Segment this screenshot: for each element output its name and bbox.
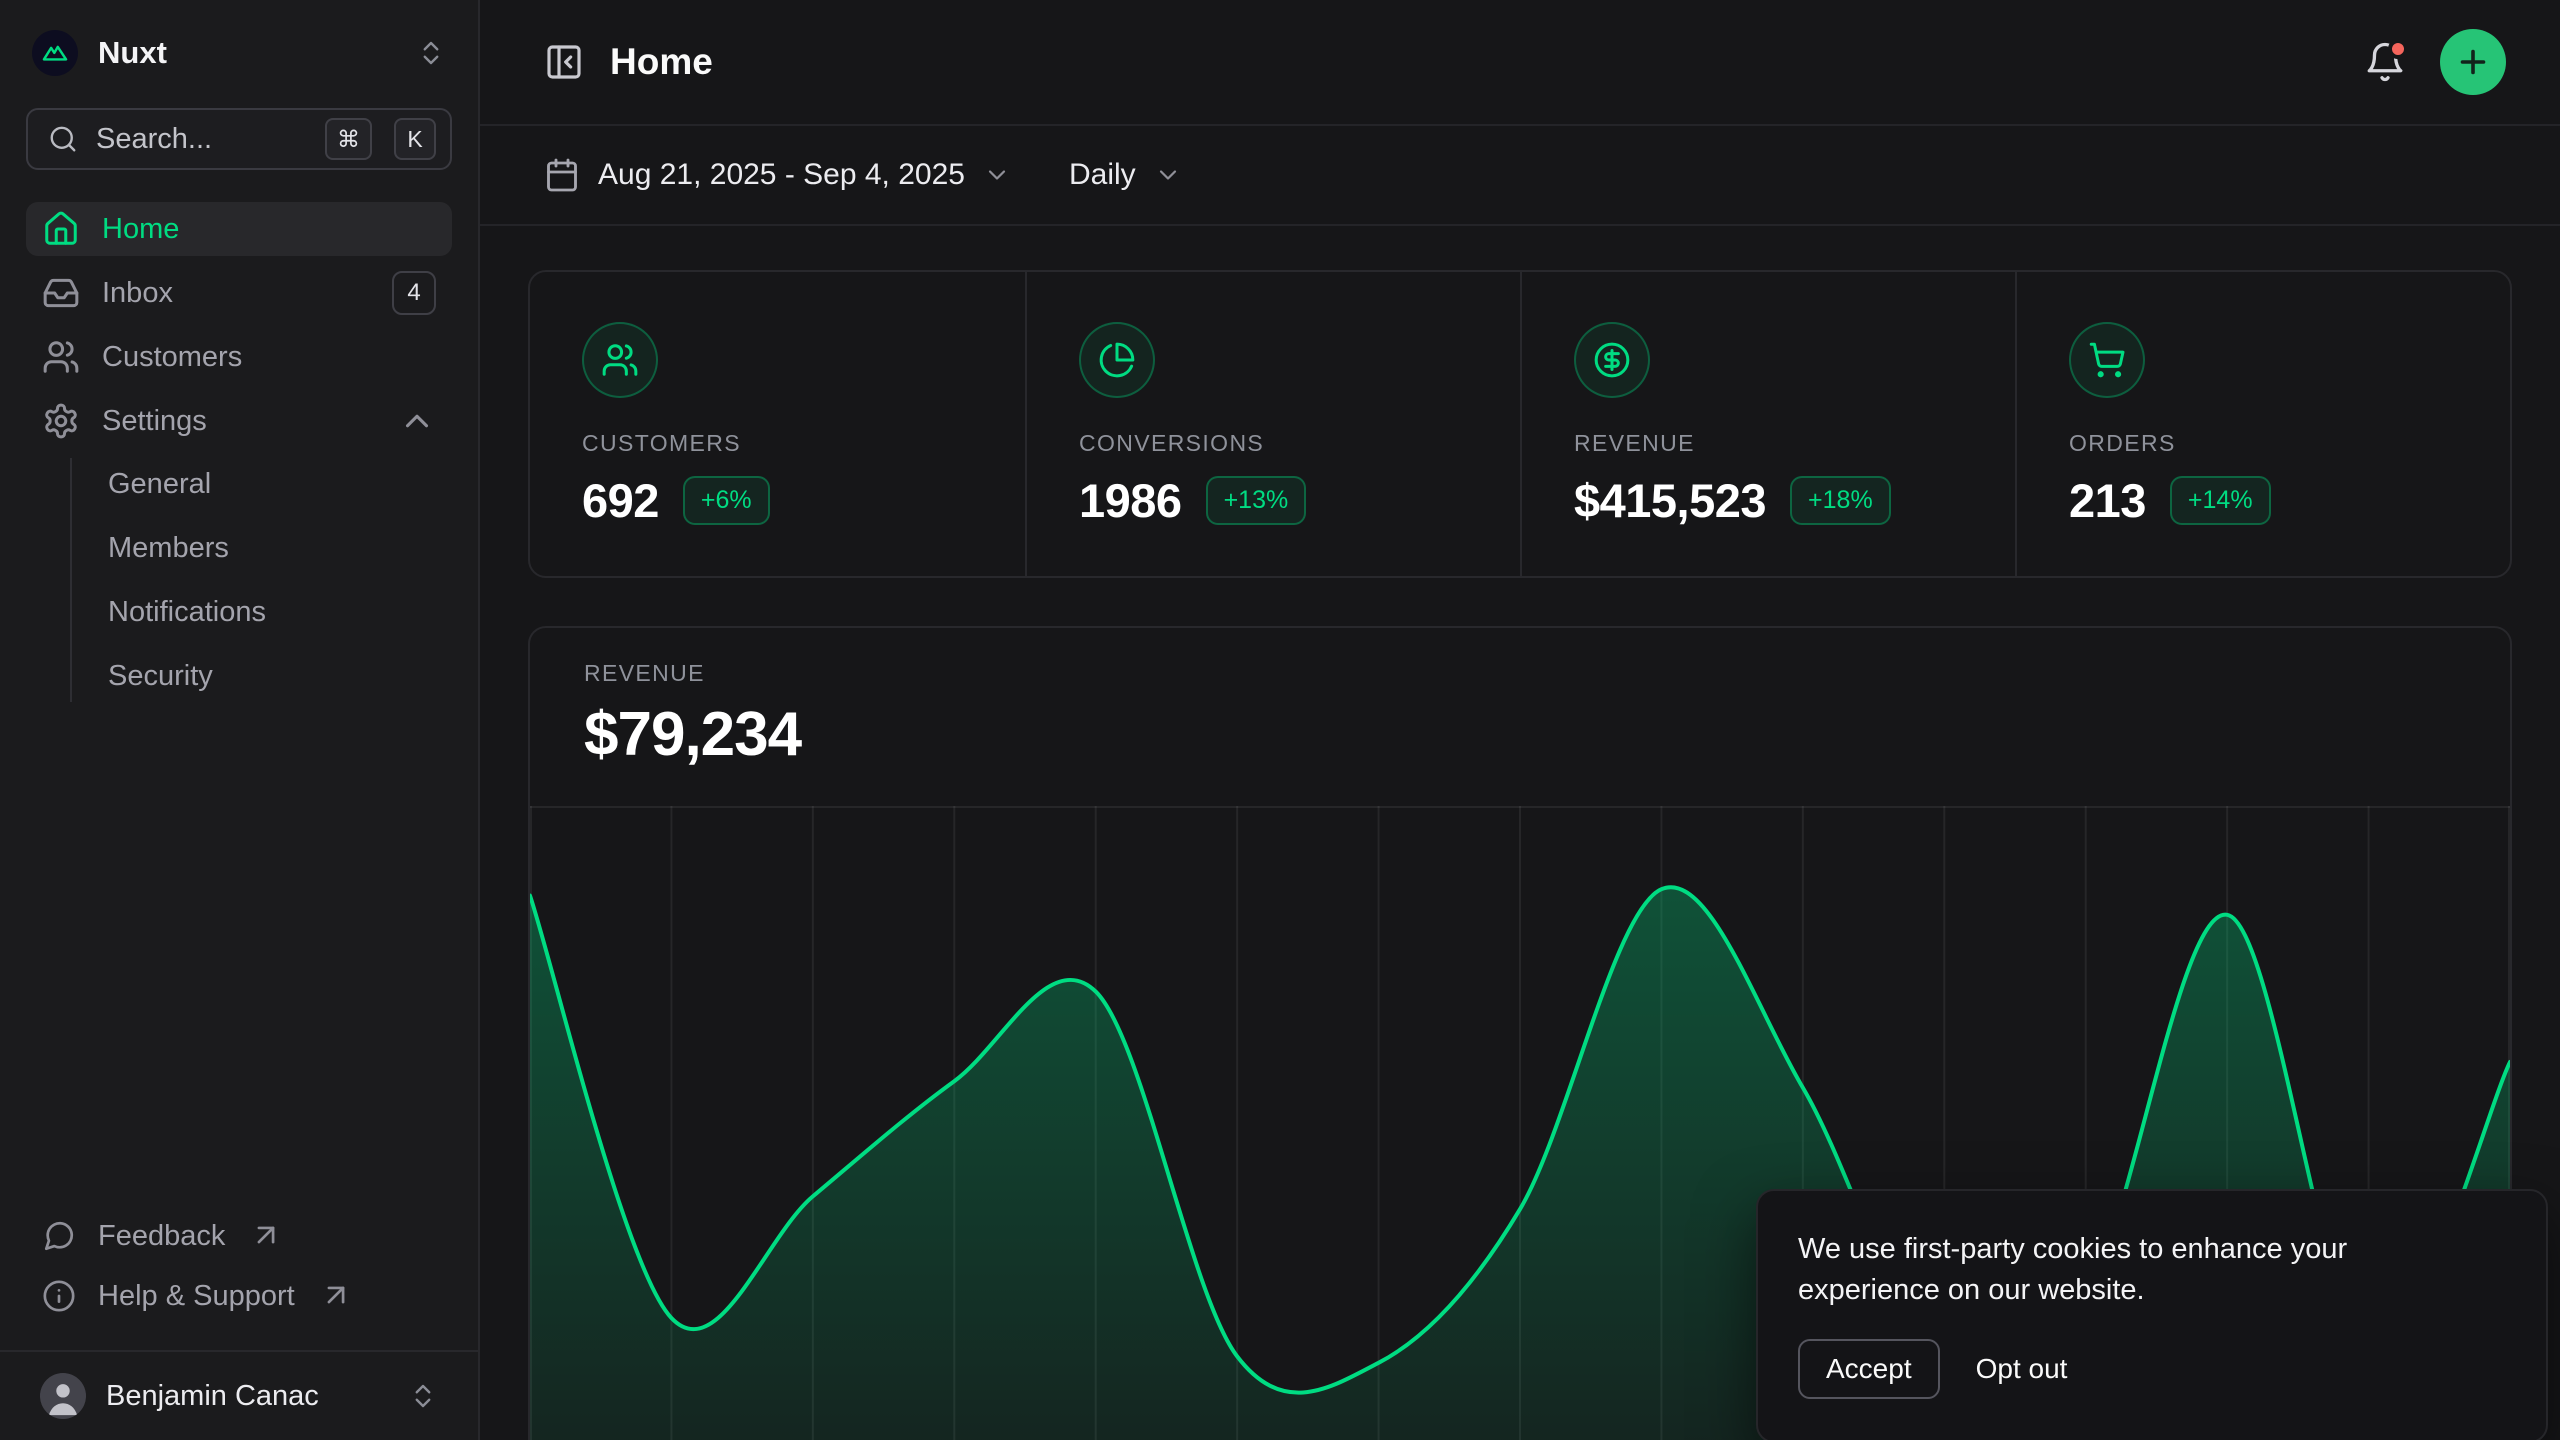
date-range-picker[interactable]: Aug 21, 2025 - Sep 4, 2025 <box>544 157 1011 193</box>
arrow-up-right-icon <box>319 1278 353 1312</box>
stat-label: ORDERS <box>2069 430 2458 457</box>
stat-icon-badge <box>2069 322 2145 398</box>
sidebar: Nuxt ⌘ K Home Inbox 4 Customers Settings Gene… <box>0 0 480 1440</box>
stats-cards: CUSTOMERS 692 +6% CONVERSIONS 1986 +13% REVENU… <box>528 270 2512 578</box>
revenue-chart-label: REVENUE <box>584 660 2456 687</box>
sidebar-subitem-members[interactable]: Members <box>72 522 452 574</box>
page-title: Home <box>610 41 713 83</box>
sidebar-item-label: Inbox <box>102 277 173 310</box>
sidebar-item-settings[interactable]: Settings <box>26 394 452 448</box>
chevrons-up-down-icon <box>416 38 446 68</box>
chevrons-up-down-icon <box>408 1381 438 1411</box>
toolbar: Aug 21, 2025 - Sep 4, 2025 Daily <box>480 126 2560 226</box>
user-name: Benjamin Canac <box>106 1380 319 1413</box>
add-button[interactable] <box>2440 29 2506 95</box>
chevron-down-icon <box>983 161 1011 189</box>
search-icon <box>48 124 78 154</box>
arrow-up-right-icon <box>249 1218 283 1252</box>
sidebar-item-customers[interactable]: Customers <box>26 330 452 384</box>
stat-label: CONVERSIONS <box>1079 430 1468 457</box>
revenue-chart-total: $79,234 <box>584 699 2456 770</box>
stat-label: CUSTOMERS <box>582 430 973 457</box>
stat-value: 1986 <box>1079 473 1182 528</box>
collapse-sidebar-icon[interactable] <box>544 42 584 82</box>
shopping-cart-icon <box>2088 341 2126 379</box>
stat-icon-badge <box>582 322 658 398</box>
chevron-up-icon <box>398 402 436 440</box>
accept-button[interactable]: Accept <box>1798 1339 1940 1399</box>
cookie-banner: We use first-party cookies to enhance yo… <box>1756 1189 2548 1440</box>
inbox-count-badge: 4 <box>392 271 436 315</box>
period-label: Daily <box>1069 158 1136 192</box>
stat-value: 692 <box>582 473 659 528</box>
sidebar-subitem-notifications[interactable]: Notifications <box>72 586 452 638</box>
chevron-down-icon <box>1154 161 1182 189</box>
page-header: Home <box>480 0 2560 126</box>
sidebar-subitem-general[interactable]: General <box>72 458 452 510</box>
sidebar-item-inbox[interactable]: Inbox 4 <box>26 266 452 320</box>
sidebar-item-label: Feedback <box>98 1220 225 1253</box>
stat-value: $415,523 <box>1574 473 1766 528</box>
plus-icon <box>2455 44 2491 80</box>
calendar-icon <box>544 157 580 193</box>
search-field[interactable] <box>96 123 303 156</box>
notifications-button[interactable] <box>2364 41 2406 83</box>
stat-label: REVENUE <box>1574 430 1963 457</box>
inbox-icon <box>42 274 80 312</box>
sidebar-item-help-support[interactable]: Help & Support <box>26 1270 452 1322</box>
opt-out-button[interactable]: Opt out <box>1976 1341 2068 1397</box>
stat-card-orders[interactable]: ORDERS 213 +14% <box>2015 272 2510 576</box>
stat-delta-badge: +14% <box>2170 476 2271 525</box>
date-range-label: Aug 21, 2025 - Sep 4, 2025 <box>598 158 965 192</box>
stat-icon-badge <box>1079 322 1155 398</box>
stat-card-customers[interactable]: CUSTOMERS 692 +6% <box>530 272 1025 576</box>
users-icon <box>42 338 80 376</box>
sidebar-item-label: Help & Support <box>98 1280 295 1313</box>
nuxt-logo-icon <box>32 30 78 76</box>
info-circle-icon <box>42 1279 76 1313</box>
stat-delta-badge: +6% <box>683 476 770 525</box>
period-select[interactable]: Daily <box>1069 158 1182 192</box>
sidebar-footer-links: Feedback Help & Support <box>26 1210 452 1330</box>
kbd-k: K <box>394 118 436 160</box>
dollar-circle-icon <box>1593 341 1631 379</box>
sidebar-item-label: Home <box>102 213 179 246</box>
search-input[interactable]: ⌘ K <box>26 108 452 170</box>
kbd-cmd: ⌘ <box>325 118 372 160</box>
pie-chart-icon <box>1098 341 1136 379</box>
sidebar-subitem-security[interactable]: Security <box>72 650 452 702</box>
avatar <box>40 1373 86 1419</box>
notification-dot <box>2388 39 2408 59</box>
cookie-message: We use first-party cookies to enhance yo… <box>1798 1229 2418 1311</box>
users-icon <box>601 341 639 379</box>
stat-card-conversions[interactable]: CONVERSIONS 1986 +13% <box>1025 272 1520 576</box>
gear-icon <box>42 402 80 440</box>
sidebar-subnav: General Members Notifications Security <box>70 458 452 702</box>
stat-value: 213 <box>2069 473 2146 528</box>
stat-delta-badge: +18% <box>1790 476 1891 525</box>
house-icon <box>42 210 80 248</box>
sidebar-item-label: Settings <box>102 405 207 438</box>
workspace-name: Nuxt <box>98 35 167 71</box>
message-circle-icon <box>42 1219 76 1253</box>
user-menu[interactable]: Benjamin Canac <box>26 1352 452 1440</box>
sidebar-item-home[interactable]: Home <box>26 202 452 256</box>
stat-delta-badge: +13% <box>1206 476 1307 525</box>
sidebar-nav: Home Inbox 4 Customers Settings General Member… <box>26 202 452 1210</box>
stat-icon-badge <box>1574 322 1650 398</box>
stat-card-revenue[interactable]: REVENUE $415,523 +18% <box>1520 272 2015 576</box>
workspace-switcher[interactable]: Nuxt <box>26 22 452 84</box>
sidebar-item-label: Customers <box>102 341 242 374</box>
sidebar-item-feedback[interactable]: Feedback <box>26 1210 452 1262</box>
